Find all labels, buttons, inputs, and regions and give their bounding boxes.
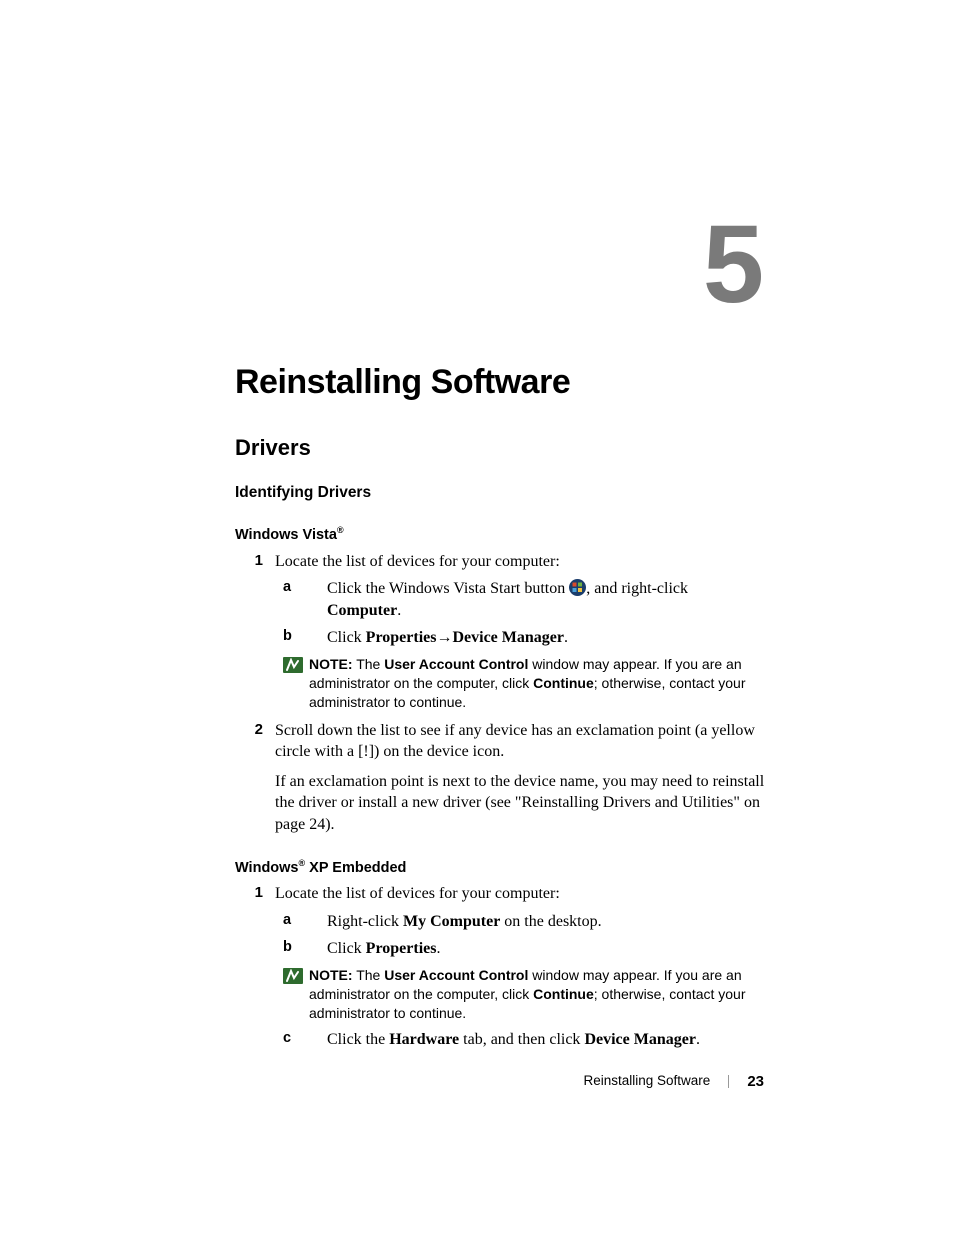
text: Click the xyxy=(327,1031,389,1048)
text: The xyxy=(353,656,385,672)
step-text: Click Properties. xyxy=(327,938,765,960)
note-text: NOTE: The User Account Control window ma… xyxy=(309,655,765,712)
text: on the desktop. xyxy=(500,913,601,930)
list-item: c Click the Hardware tab, and then click… xyxy=(275,1029,765,1051)
list-item: b Click Properties. xyxy=(275,938,765,960)
subsection-title: Identifying Drivers xyxy=(235,483,765,503)
list-item: 2 Scroll down the list to see if any dev… xyxy=(235,720,765,836)
os-heading-text: Windows Vista xyxy=(235,527,337,543)
bold-text: Computer xyxy=(327,602,397,619)
bold-text: Hardware xyxy=(389,1031,459,1048)
step-marker: b xyxy=(275,627,327,649)
os-heading-text: Windows xyxy=(235,859,299,875)
bold-text: Properties xyxy=(366,629,437,646)
text: . xyxy=(696,1031,700,1048)
step-text: Locate the list of devices for your comp… xyxy=(275,551,765,573)
page-footer: Reinstalling Software 23 xyxy=(583,1072,764,1092)
step-marker: 1 xyxy=(235,551,275,716)
alpha-list: a Click the Windows Vista Start button ,… xyxy=(275,578,765,649)
text: Right-click xyxy=(327,913,403,930)
note-label: NOTE: xyxy=(309,656,353,672)
step-marker: 1 xyxy=(235,883,275,1050)
list-item: a Right-click My Computer on the desktop… xyxy=(275,911,765,933)
page-number: 23 xyxy=(747,1072,764,1092)
numbered-list-xpe: 1 Locate the list of devices for your co… xyxy=(235,883,765,1050)
step-text: Click the Hardware tab, and then click D… xyxy=(327,1029,765,1051)
bold-text: Device Manager xyxy=(452,629,564,646)
step-text: Click the Windows Vista Start button , a… xyxy=(327,578,765,621)
bold-text: Continue xyxy=(533,986,594,1002)
os-heading-text: XP Embedded xyxy=(305,859,406,875)
note-block: NOTE: The User Account Control window ma… xyxy=(283,655,765,712)
step-text: Right-click My Computer on the desktop. xyxy=(327,911,765,933)
text: The xyxy=(353,967,385,983)
bold-text: User Account Control xyxy=(384,967,528,983)
registered-icon: ® xyxy=(337,525,344,535)
chapter-title: Reinstalling Software xyxy=(235,0,765,404)
footer-separator xyxy=(728,1075,729,1088)
list-item: a Click the Windows Vista Start button ,… xyxy=(275,578,765,621)
note-label: NOTE: xyxy=(309,967,353,983)
step-marker: a xyxy=(275,911,327,933)
list-item: 1 Locate the list of devices for your co… xyxy=(235,883,765,1050)
step-marker: a xyxy=(275,578,327,621)
alpha-list-continued: c Click the Hardware tab, and then click… xyxy=(275,1029,765,1051)
note-icon xyxy=(283,968,303,984)
bold-text: Continue xyxy=(533,675,594,691)
numbered-list-vista: 1 Locate the list of devices for your co… xyxy=(235,551,765,836)
text: Click xyxy=(327,629,366,646)
bold-text: Device Manager xyxy=(584,1031,696,1048)
bold-text: My Computer xyxy=(403,913,500,930)
list-item: b Click Properties→Device Manager. xyxy=(275,627,765,649)
bold-text: User Account Control xyxy=(384,656,528,672)
step-text: If an exclamation point is next to the d… xyxy=(275,771,765,836)
arrow-icon: → xyxy=(436,629,452,646)
os-heading-xpe: Windows® XP Embedded xyxy=(235,858,765,878)
text: Click the Windows Vista Start button xyxy=(327,580,569,597)
bold-text: Properties xyxy=(366,940,437,957)
step-marker: c xyxy=(275,1029,327,1051)
text: . xyxy=(436,940,440,957)
text: tab, and then click xyxy=(459,1031,584,1048)
step-text: Click Properties→Device Manager. xyxy=(327,627,765,649)
footer-section: Reinstalling Software xyxy=(583,1072,710,1090)
text: . xyxy=(564,629,568,646)
list-item: 1 Locate the list of devices for your co… xyxy=(235,551,765,716)
step-marker: 2 xyxy=(235,720,275,836)
step-marker: b xyxy=(275,938,327,960)
note-text: NOTE: The User Account Control window ma… xyxy=(309,966,765,1023)
note-icon xyxy=(283,657,303,673)
vista-start-icon xyxy=(569,579,586,596)
os-heading-vista: Windows Vista® xyxy=(235,525,765,545)
page-content: Reinstalling Software Drivers Identifyin… xyxy=(235,0,765,1050)
text: Click xyxy=(327,940,366,957)
alpha-list: a Right-click My Computer on the desktop… xyxy=(275,911,765,960)
step-text: Scroll down the list to see if any devic… xyxy=(275,720,765,763)
section-title: Drivers xyxy=(235,434,765,463)
text: . xyxy=(397,602,401,619)
step-text: Locate the list of devices for your comp… xyxy=(275,883,765,905)
text: , and right-click xyxy=(586,580,688,597)
note-block: NOTE: The User Account Control window ma… xyxy=(283,966,765,1023)
